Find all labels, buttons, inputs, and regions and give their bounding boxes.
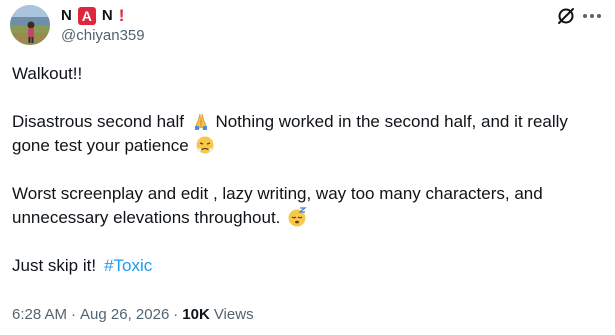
post-text-segment: Disastrous second half	[12, 112, 184, 131]
hashtag-link[interactable]: #Toxic	[104, 256, 152, 275]
post-line-walkout: Walkout!!	[12, 64, 83, 83]
post-text: Walkout!! Disastrous second half Nothing…	[12, 62, 605, 278]
post-text-segment: Just skip it!	[12, 256, 97, 275]
post-paragraph-skip: Just skip it! #Toxic	[12, 254, 605, 278]
user-handle[interactable]: @chiyan359	[61, 27, 145, 45]
post-paragraph-screenplay: Worst screenplay and edit , lazy writing…	[12, 182, 605, 230]
meta-separator: ·	[71, 306, 77, 323]
name-letter-3: N	[101, 7, 113, 24]
post-meta: 6:28 AM · Aug 26, 2026 · 10K Views	[12, 305, 254, 325]
post-text-segment: Worst screenplay and edit , lazy writing…	[12, 184, 543, 227]
tweet-card: N A N ! @chiyan359 Walkout!! Disastrous …	[0, 0, 615, 335]
views-label: Views	[213, 306, 254, 323]
name-letter-badge: A	[77, 7, 96, 25]
exclamation-emoji: !	[118, 6, 125, 25]
name-letter-1: N	[61, 7, 72, 24]
display-name[interactable]: N A N !	[61, 6, 124, 26]
sleeping-face-emoji	[287, 207, 307, 227]
face-with-steam-emoji	[195, 135, 215, 155]
meta-separator: ·	[173, 306, 179, 323]
post-paragraph-second-half: Disastrous second half Nothing worked in…	[12, 110, 605, 158]
more-options-icon[interactable]	[580, 4, 604, 28]
post-time[interactable]: 6:28 AM	[12, 305, 67, 325]
post-date[interactable]: Aug 26, 2026	[80, 305, 169, 325]
avatar[interactable]	[10, 5, 50, 45]
mute-icon[interactable]	[556, 6, 576, 26]
folded-hands-emoji	[191, 111, 211, 131]
views-count: 10K	[182, 306, 210, 323]
